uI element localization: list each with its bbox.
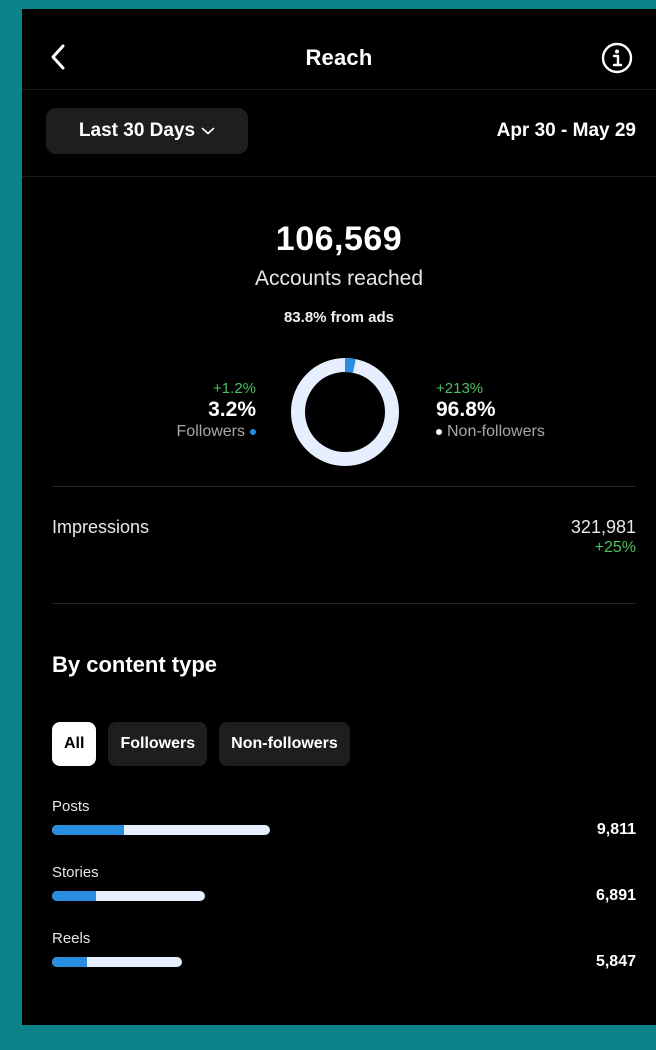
non-followers-percent: 96.8% [436,398,496,421]
followers-label: Followers [176,423,245,440]
audience-split: +1.2% 3.2% Followers +213% 96.8% Non-fol… [22,336,656,486]
date-range-dropdown[interactable]: Last 30 Days [46,108,248,154]
donut-non-followers-segment [291,358,399,466]
content-type-label: Posts [52,798,90,815]
content-type-bar-followers [52,891,97,901]
reach-summary: 106,569 Accounts reached 83.8% from ads [22,220,656,326]
date-range-dates: Apr 30 - May 29 [496,120,636,141]
content-type-bar-followers [52,825,124,835]
audience-donut-chart [291,358,399,466]
content-type-list: Posts 9,811 Stories 6,891 Reels 5,847 [22,782,656,980]
content-type-value: 5,847 [595,953,636,970]
info-icon [601,42,633,74]
top-bar: Reach [22,9,656,90]
impressions-value: 321,981 [570,517,636,537]
filter-chip-non-followers[interactable]: Non-followers [219,722,350,766]
non-followers-legend: Non-followers [436,423,545,441]
divider [52,603,636,604]
content-type-value: 9,811 [596,821,636,838]
filter-chip-all[interactable]: All [52,722,97,766]
followers-legend: Followers [177,423,256,441]
content-type-filters: All Followers Non-followers [52,722,656,766]
followers-change: +1.2% [213,380,256,397]
content-type-bar [52,825,270,835]
date-range-row: Last 30 Days Apr 30 - May 29 [22,90,656,177]
non-followers-change: +213% [436,380,484,397]
content-type-row: Stories 6,891 [22,848,656,914]
content-type-label: Stories [52,864,99,881]
date-range-label: Last 30 Days [78,120,196,141]
content-type-bar [52,957,182,967]
content-type-bar [52,891,205,901]
info-button[interactable] [600,41,634,75]
content-type-row: Posts 9,811 [22,782,656,848]
content-type-bar-followers [52,957,88,967]
followers-dot-icon [250,429,256,435]
content-type-row: Reels 5,847 [22,914,656,980]
content-type-title: By content type [52,652,218,677]
non-followers-stat: +213% 96.8% Non-followers [436,380,545,441]
followers-percent: 3.2% [208,398,256,421]
ads-note: 83.8% from ads [283,309,395,326]
impressions-value-block: 321,981 +25% [571,517,636,557]
reach-screen: Reach Last 30 Days Apr 30 - May 29 106,5… [22,9,656,1025]
chevron-down-icon [201,127,215,135]
followers-stat: +1.2% 3.2% Followers [177,380,256,441]
impressions-row: Impressions 321,981 +25% [22,487,656,603]
content-type-value: 6,891 [595,887,636,904]
accounts-reached-label: Accounts reached [254,267,424,290]
non-followers-label: Non-followers [447,423,545,440]
non-followers-dot-icon [436,429,442,435]
content-type-label: Reels [52,930,91,947]
impressions-change: +25% [594,539,636,556]
page-title: Reach [305,45,373,70]
impressions-label: Impressions [52,517,150,537]
filter-chip-followers[interactable]: Followers [108,722,208,766]
accounts-reached-value: 106,569 [275,220,403,258]
